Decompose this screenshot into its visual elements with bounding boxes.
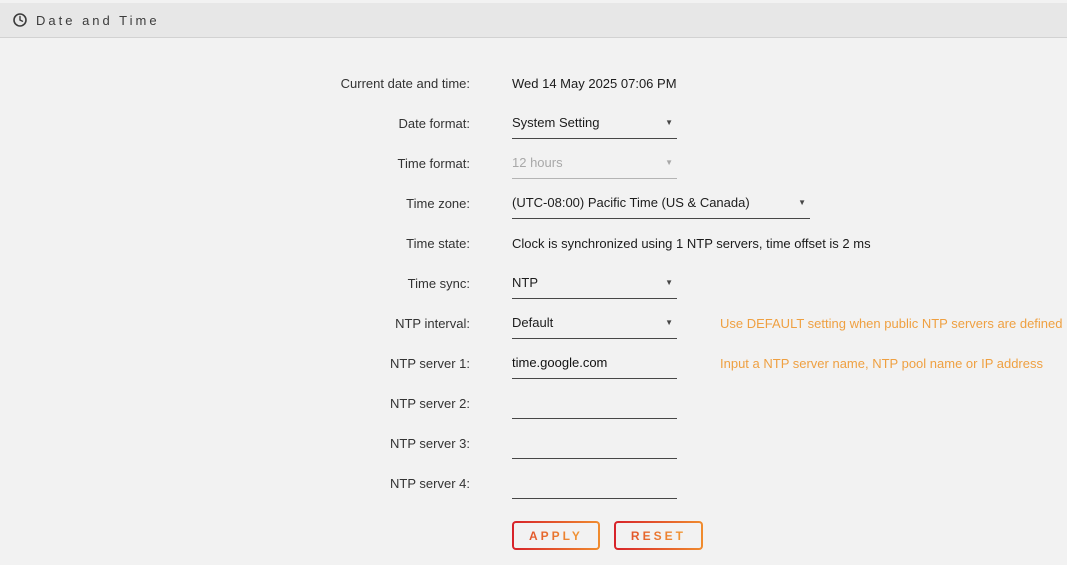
- ntp-server-1-label: NTP server 1:: [0, 356, 470, 371]
- row-current-datetime: Current date and time: Wed 14 May 2025 0…: [0, 63, 1067, 103]
- row-time-zone: Time zone: (UTC-08:00) Pacific Time (US …: [0, 183, 1067, 223]
- time-zone-select[interactable]: (UTC-08:00) Pacific Time (US & Canada) ▼: [512, 188, 810, 219]
- ntp-server-2-label: NTP server 2:: [0, 396, 470, 411]
- ntp-server-3-label: NTP server 3:: [0, 436, 470, 451]
- datetime-form: Current date and time: Wed 14 May 2025 0…: [0, 38, 1067, 550]
- ntp-server-2-input[interactable]: [512, 388, 677, 419]
- caret-down-icon: ▼: [665, 158, 673, 167]
- ntp-server-1-hint: Input a NTP server name, NTP pool name o…: [720, 356, 1043, 371]
- ntp-server-1-input[interactable]: [512, 348, 677, 379]
- apply-button[interactable]: APPLY: [512, 521, 600, 550]
- date-format-select-value: System Setting: [512, 115, 599, 130]
- ntp-interval-select[interactable]: Default ▼: [512, 308, 677, 339]
- row-time-sync: Time sync: NTP ▼: [0, 263, 1067, 303]
- action-buttons: APPLY RESET: [512, 521, 1067, 550]
- time-sync-select[interactable]: NTP ▼: [512, 268, 677, 299]
- ntp-server-4-label: NTP server 4:: [0, 476, 470, 491]
- caret-down-icon: ▼: [798, 198, 806, 207]
- time-zone-select-value: (UTC-08:00) Pacific Time (US & Canada): [512, 195, 750, 210]
- row-ntp-server-1: NTP server 1: Input a NTP server name, N…: [0, 343, 1067, 383]
- row-ntp-interval: NTP interval: Default ▼ Use DEFAULT sett…: [0, 303, 1067, 343]
- time-format-label: Time format:: [0, 156, 470, 171]
- time-state-label: Time state:: [0, 236, 470, 251]
- time-format-select: 12 hours ▼: [512, 148, 677, 179]
- current-datetime-label: Current date and time:: [0, 76, 470, 91]
- row-time-state: Time state: Clock is synchronized using …: [0, 223, 1067, 263]
- current-datetime-value: Wed 14 May 2025 07:06 PM: [512, 76, 677, 91]
- ntp-interval-select-value: Default: [512, 315, 553, 330]
- ntp-server-4-input[interactable]: [512, 468, 677, 499]
- row-time-format: Time format: 12 hours ▼: [0, 143, 1067, 183]
- caret-down-icon: ▼: [665, 118, 673, 127]
- apply-button-label: APPLY: [529, 529, 583, 543]
- time-state-value: Clock is synchronized using 1 NTP server…: [512, 236, 871, 251]
- reset-button-label: RESET: [631, 529, 686, 543]
- date-format-select[interactable]: System Setting ▼: [512, 108, 677, 139]
- ntp-interval-label: NTP interval:: [0, 316, 470, 331]
- time-sync-select-value: NTP: [512, 275, 538, 290]
- row-ntp-server-4: NTP server 4:: [0, 463, 1067, 503]
- time-zone-label: Time zone:: [0, 196, 470, 211]
- page-title: Date and Time: [36, 13, 160, 28]
- section-header: Date and Time: [0, 3, 1067, 38]
- row-ntp-server-2: NTP server 2:: [0, 383, 1067, 423]
- row-date-format: Date format: System Setting ▼: [0, 103, 1067, 143]
- caret-down-icon: ▼: [665, 278, 673, 287]
- row-ntp-server-3: NTP server 3:: [0, 423, 1067, 463]
- ntp-server-3-input[interactable]: [512, 428, 677, 459]
- date-format-label: Date format:: [0, 116, 470, 131]
- reset-button[interactable]: RESET: [614, 521, 703, 550]
- caret-down-icon: ▼: [665, 318, 673, 327]
- ntp-interval-hint: Use DEFAULT setting when public NTP serv…: [720, 316, 1063, 331]
- time-sync-label: Time sync:: [0, 276, 470, 291]
- clock-icon: [13, 13, 27, 27]
- time-format-select-value: 12 hours: [512, 155, 563, 170]
